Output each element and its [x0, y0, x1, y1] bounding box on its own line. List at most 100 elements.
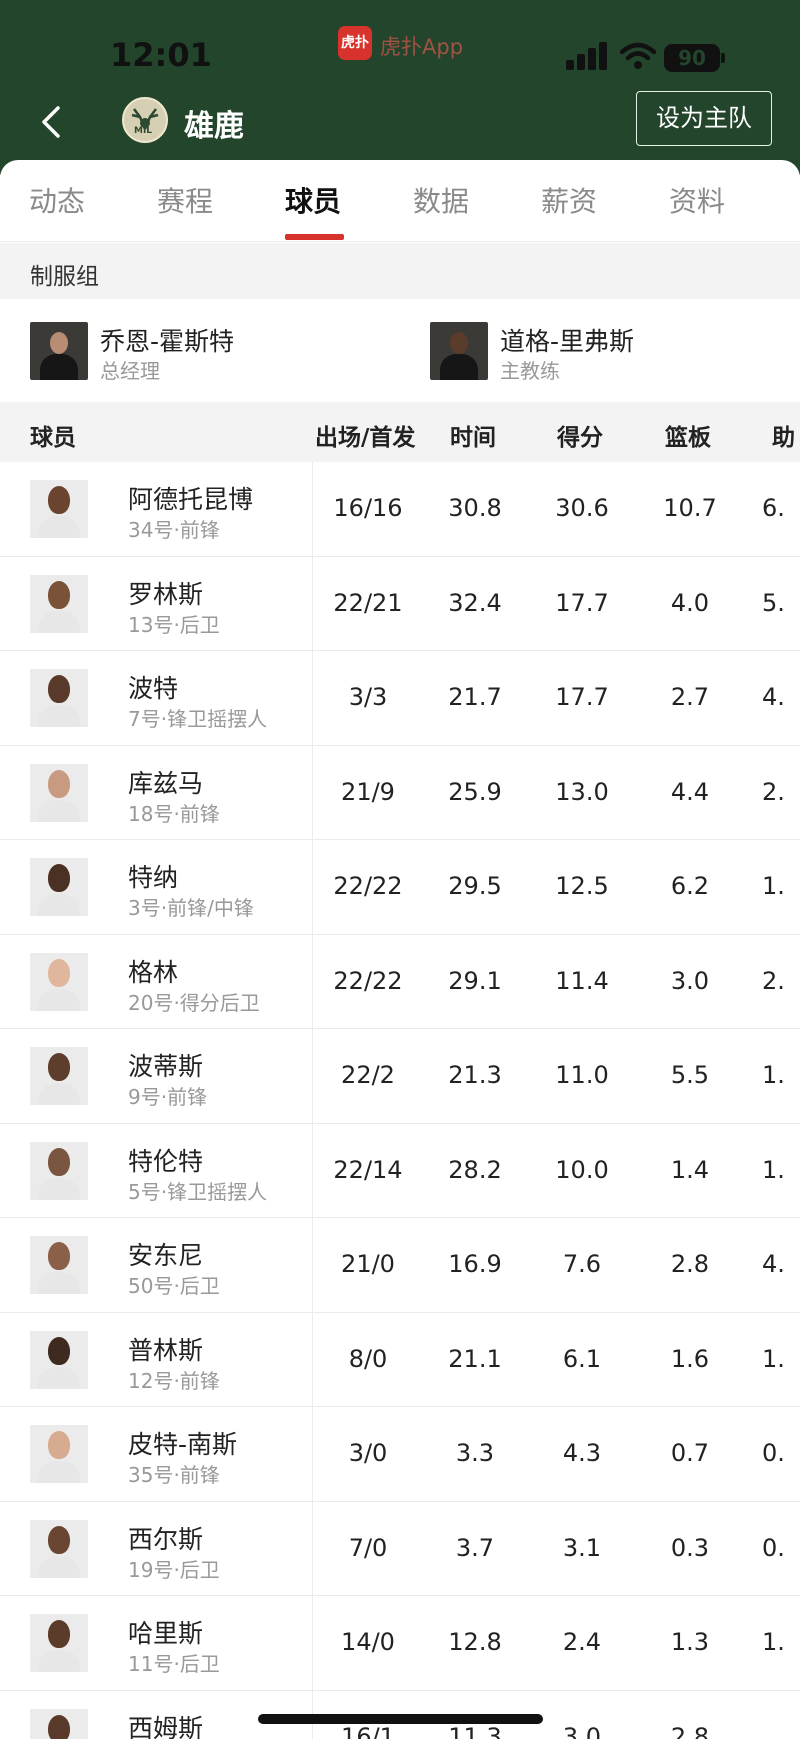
stat-minutes: 3.3 [455, 1439, 495, 1467]
player-row[interactable]: 特纳 3号·前锋/中锋 22/22 29.5 12.5 6.2 1. [0, 840, 800, 935]
player-avatar [30, 480, 88, 538]
stat-assists: 1. [762, 1155, 785, 1184]
stat-assists: 4. [762, 1250, 785, 1278]
stat-games: 3/0 [348, 1439, 388, 1467]
player-cell: 罗林斯 13号·后卫 [0, 556, 313, 650]
stat-assists: 6. [762, 494, 785, 522]
player-row[interactable]: 波蒂斯 9号·前锋 22/2 21.3 11.0 5.5 1. [0, 1029, 800, 1124]
player-name: 西姆斯 [128, 1713, 204, 1739]
player-row[interactable]: 罗林斯 13号·后卫 22/21 32.4 17.7 4.0 5. [0, 556, 800, 651]
stat-minutes: 21.3 [448, 1061, 502, 1089]
app-name: 虎扑App [380, 35, 464, 59]
stat-rebounds: 1.4 [670, 1155, 710, 1184]
stat-minutes: 16.9 [448, 1250, 502, 1278]
column-player: 球员 [30, 425, 76, 451]
player-avatar [30, 1330, 88, 1389]
stat-games: 22/14 [333, 1155, 403, 1184]
player-row[interactable]: 库兹马 18号·前锋 21/9 25.9 13.0 4.4 2. [0, 745, 800, 840]
player-row[interactable]: 哈里斯 11号·后卫 14/0 12.8 2.4 1.3 1. [0, 1596, 800, 1691]
stat-rebounds: 2.7 [670, 683, 710, 711]
player-row[interactable]: 特伦特 5号·锋卫摇摆人 22/14 28.2 10.0 1.4 1. [0, 1123, 800, 1218]
staff-section-title: 制服组 [30, 264, 99, 290]
player-number-position: 50号·后卫 [128, 1274, 220, 1298]
player-number-position: 11号·后卫 [128, 1652, 220, 1676]
player-name: 特伦特 [128, 1146, 204, 1176]
stat-points: 2.4 [562, 1628, 602, 1656]
stat-games: 21/9 [341, 777, 395, 806]
column-minutes[interactable]: 时间 [450, 418, 496, 452]
column-points[interactable]: 得分 [557, 418, 603, 452]
staff-member[interactable]: 乔恩-霍斯特 总经理 [30, 318, 390, 383]
stat-minutes: 12.8 [448, 1628, 502, 1656]
stat-assists: 1. [762, 1061, 785, 1089]
staff-name: 乔恩-霍斯特 [100, 327, 235, 356]
roster-column-header: 球员 出场/首发 时间 得分 篮板 助 [0, 402, 800, 462]
stat-assists: 2. [762, 966, 785, 995]
player-cell: 特纳 3号·前锋/中锋 [0, 840, 313, 934]
player-number-position: 35号·前锋 [128, 1463, 220, 1487]
stat-assists: 4. [762, 683, 785, 711]
tab-news[interactable]: 动态 [2, 180, 112, 220]
player-cell: 安东尼 50号·后卫 [0, 1218, 313, 1312]
stat-points: 13.0 [555, 777, 609, 806]
stat-games: 3/3 [348, 683, 388, 711]
stat-minutes: 25.9 [448, 777, 502, 806]
stat-minutes: 21.1 [448, 1344, 502, 1373]
player-cell: 哈里斯 11号·后卫 [0, 1596, 313, 1690]
player-avatar [30, 1236, 88, 1294]
player-number-position: 18号·前锋 [128, 801, 220, 826]
player-avatar [30, 574, 88, 633]
player-name: 普林斯 [128, 1335, 204, 1365]
battery-level: 90 [664, 44, 720, 72]
player-row[interactable]: 安东尼 50号·后卫 21/0 16.9 7.6 2.8 4. [0, 1218, 800, 1313]
player-number-position: 9号·前锋 [128, 1085, 208, 1109]
player-cell: 西尔斯 19号·后卫 [0, 1501, 313, 1595]
stat-games: 22/22 [333, 966, 403, 995]
team-logo-text: MIL [134, 126, 153, 136]
tab-info[interactable]: 资料 [642, 180, 752, 220]
stat-rebounds: 3.0 [670, 966, 710, 995]
player-row[interactable]: 波特 7号·锋卫摇摆人 3/3 21.7 17.7 2.7 4. [0, 651, 800, 746]
player-name: 特纳 [128, 863, 179, 892]
stat-minutes: 29.1 [448, 966, 502, 995]
player-cell: 普林斯 12号·前锋 [0, 1312, 313, 1406]
stat-games: 14/0 [341, 1628, 395, 1656]
player-row[interactable]: 普林斯 12号·前锋 8/0 21.1 6.1 1.6 1. [0, 1312, 800, 1407]
staff-name: 道格-里弗斯 [500, 327, 635, 356]
stat-points: 7.6 [562, 1250, 602, 1278]
home-indicator[interactable] [258, 1714, 543, 1724]
column-rebounds[interactable]: 篮板 [665, 418, 711, 452]
column-assists[interactable]: 助 [772, 418, 795, 452]
signal-icon [566, 42, 608, 70]
stat-rebounds: 1.6 [670, 1344, 710, 1373]
player-row[interactable]: 格林 20号·得分后卫 22/22 29.1 11.4 3.0 2. [0, 934, 800, 1029]
stat-games: 7/0 [348, 1533, 388, 1562]
set-home-team-button[interactable]: 设为主队 [636, 91, 772, 146]
player-row[interactable]: 西尔斯 19号·后卫 7/0 3.7 3.1 0.3 0. [0, 1501, 800, 1596]
staff-section-header: 制服组 [0, 243, 800, 299]
player-avatar [30, 1425, 88, 1483]
player-avatar [30, 1141, 88, 1200]
player-avatar [30, 763, 88, 822]
stat-rebounds: 0.3 [670, 1533, 710, 1562]
stat-rebounds: 1.3 [670, 1628, 710, 1656]
player-row[interactable]: 阿德托昆博 34号·前锋 16/16 30.8 30.6 10.7 6. [0, 462, 800, 557]
player-row[interactable]: 皮特-南斯 35号·前锋 3/0 3.3 4.3 0.7 0. [0, 1407, 800, 1502]
stat-assists: 1. [762, 1628, 785, 1656]
back-arrow-icon[interactable] [32, 100, 72, 144]
staff-member[interactable]: 道格-里弗斯 主教练 [430, 318, 790, 383]
tab-salary[interactable]: 薪资 [514, 180, 624, 220]
team-header: 12:01 虎扑 虎扑App 90 MIL 雄鹿 设为主队 [0, 0, 800, 175]
stat-points: 11.4 [555, 966, 609, 995]
player-name: 安东尼 [128, 1241, 204, 1270]
stat-assists: 2. [762, 777, 785, 806]
tab-players[interactable]: 球员 [258, 180, 368, 220]
stat-points: 11.0 [555, 1061, 609, 1089]
tab-stats[interactable]: 数据 [386, 180, 496, 220]
player-number-position: 7号·锋卫摇摆人 [128, 707, 268, 731]
column-games[interactable]: 出场/首发 [315, 418, 415, 452]
tab-schedule[interactable]: 赛程 [130, 180, 240, 220]
player-avatar [30, 1047, 88, 1105]
stat-minutes: 28.2 [448, 1155, 502, 1184]
staff-role: 总经理 [100, 359, 160, 383]
